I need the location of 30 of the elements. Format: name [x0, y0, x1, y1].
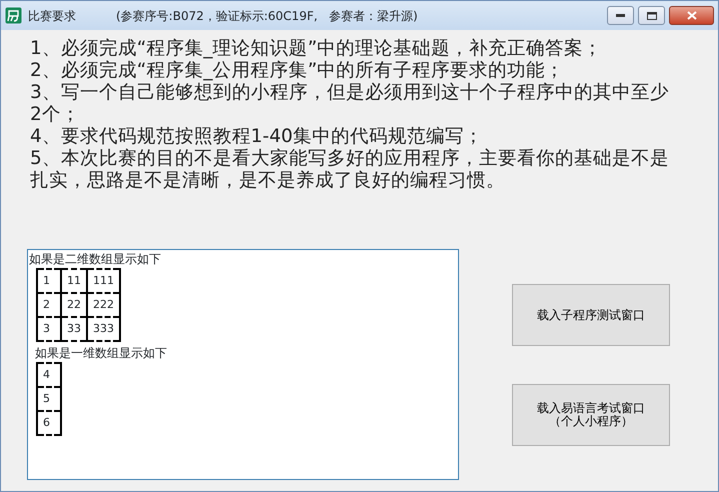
requirement-text: 2、必须完成“程序集_公用程序集”中的所有子程序要求的功能； [30, 60, 566, 82]
table-cell: 3 [37, 317, 61, 341]
table-cell: 22 [61, 293, 87, 317]
table-cell: 222 [87, 293, 120, 317]
table-cell: 33 [61, 317, 87, 341]
table-cell: 2 [37, 293, 61, 317]
requirement-text: 3、写一个自己能够想到的小程序，但是必须用到这十个子程序中的其中至少2个； [30, 82, 670, 126]
maximize-button[interactable] [638, 6, 665, 25]
requirement-text: 5、本次比赛的目的不是看大家能写多好的应用程序，主要看你的基础是不是扎实，思路是不是清晰，是不是养成了良好的编程习惯。 [30, 148, 670, 192]
window-subtitle: (参赛序号:B072，验证标示:60C19F, 参赛者：梁升源) [116, 8, 418, 24]
table-cell: 5 [37, 387, 61, 411]
requirement-text: 4、要求代码规范按照教程1-40集中的代码规范编写； [30, 126, 484, 148]
load-window-button[interactable]: 载入子程序测试窗口 [512, 284, 670, 346]
table-cell: 111 [87, 269, 120, 293]
table-cell: 1 [37, 269, 61, 293]
minimize-button[interactable] [607, 6, 634, 25]
close-icon [686, 11, 696, 20]
window-title: 比赛要求 [28, 8, 76, 24]
app-icon [5, 7, 22, 24]
requirement-text: 1、必须完成“程序集_理论知识题”中的理论基础题，补充正确答案； [30, 38, 604, 60]
output-caption: 如果是二维数组显示如下 [29, 252, 161, 267]
maximize-icon [646, 12, 656, 20]
output-caption: 如果是一维数组显示如下 [35, 346, 167, 361]
load-window-button[interactable]: 载入易语言考试窗口 （个人小程序） [512, 384, 670, 446]
minimize-icon [616, 14, 625, 17]
table-cell: 6 [37, 411, 61, 435]
table-cell: 11 [61, 269, 87, 293]
close-button[interactable] [669, 6, 714, 25]
table-cell: 4 [37, 363, 61, 387]
table-cell: 333 [87, 317, 120, 341]
